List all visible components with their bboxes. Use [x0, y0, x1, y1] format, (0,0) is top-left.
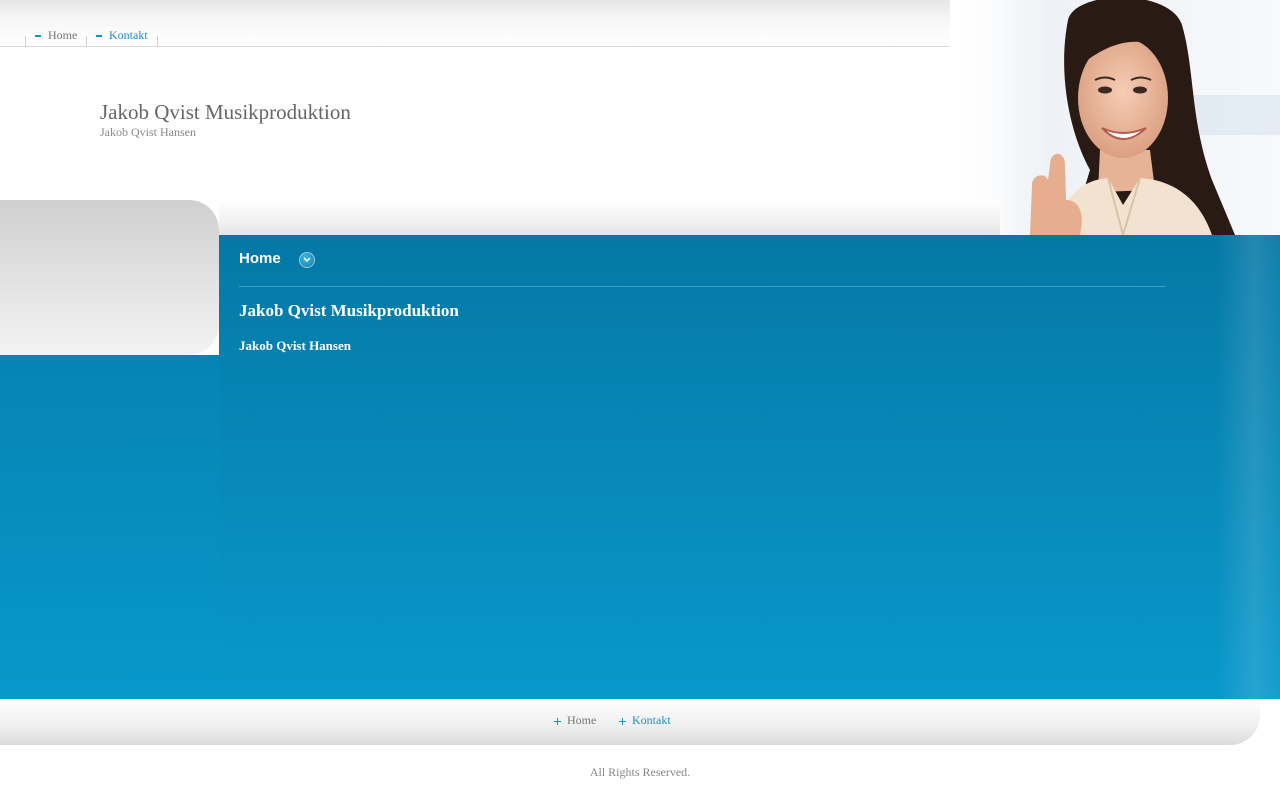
copyright-text: All Rights Reserved. [589, 765, 691, 779]
plus-icon [619, 718, 626, 725]
nav-separator [157, 36, 158, 46]
dash-icon [96, 34, 102, 37]
nav-separator [25, 36, 26, 46]
plus-icon [554, 718, 561, 725]
content-title: Jakob Qvist Musikproduktion [239, 301, 459, 320]
top-nav-kontakt-label: Kontakt [109, 28, 148, 42]
site-subtitle: Jakob Qvist Hansen [100, 125, 196, 139]
footer-nav-home-label: Home [567, 713, 597, 727]
sidebar-panel [0, 200, 219, 355]
nav-separator [86, 36, 87, 46]
dash-icon [35, 34, 41, 37]
top-nav-home-label: Home [48, 28, 78, 42]
heading-divider [239, 286, 1166, 287]
header-shadow [219, 200, 1000, 235]
content-panel-edge [1216, 235, 1280, 699]
footer-nav-kontakt-label: Kontakt [632, 713, 671, 727]
footer-nav-kontakt-link[interactable]: Kontakt [619, 713, 671, 728]
site-title[interactable]: Jakob Qvist Musikproduktion [100, 100, 351, 125]
chevron-down-icon[interactable] [299, 252, 315, 268]
content-background-left [0, 355, 219, 699]
content-subtitle: Jakob Qvist Hansen [239, 338, 351, 353]
footer-nav-home-link[interactable]: Home [554, 713, 596, 728]
top-nav-home-link[interactable]: Home [35, 28, 77, 43]
page-heading: Home [239, 250, 281, 267]
top-nav-kontakt-link[interactable]: Kontakt [96, 28, 148, 43]
top-navigation: Home Kontakt [0, 26, 980, 47]
